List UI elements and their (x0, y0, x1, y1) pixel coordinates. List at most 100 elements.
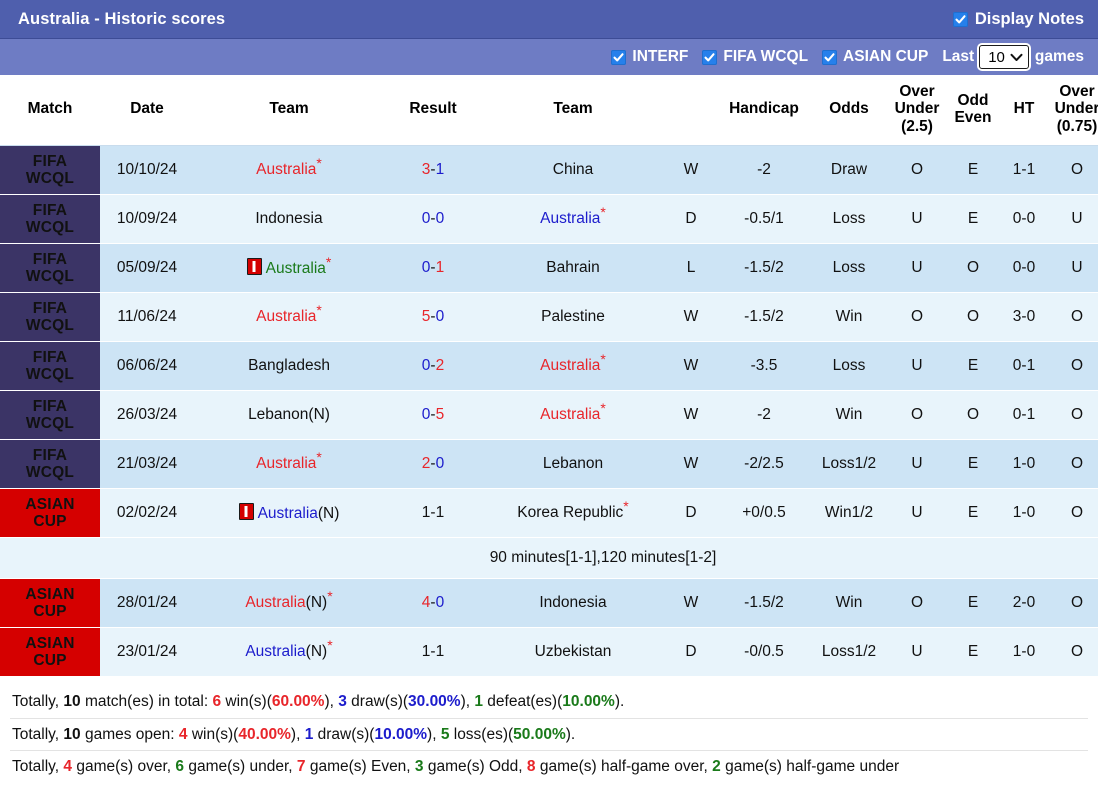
oe-line2: Even (954, 109, 992, 127)
home-team[interactable]: Lebanon(N) (194, 390, 384, 441)
home-team[interactable]: Australia(N) (194, 488, 384, 539)
filter-fifa-wcql[interactable]: FIFA WCQL (702, 48, 808, 66)
league-badge[interactable]: FIFA WCQL (0, 390, 100, 441)
s2-mid1: games open: (80, 725, 179, 743)
table-row[interactable]: FIFA WCQL 10/09/24 Indonesia 0-0 Australia* D -… (0, 194, 1098, 245)
league-badge[interactable]: FIFA WCQL (0, 243, 100, 294)
league-badge[interactable]: FIFA WCQL (0, 292, 100, 343)
s3-mid1: game(s) over, (72, 758, 176, 776)
col-header-result[interactable]: Result (384, 75, 482, 147)
away-team[interactable]: Australia* (482, 341, 664, 392)
league-badge[interactable]: FIFA WCQL (0, 439, 100, 490)
match-date: 28/01/24 (100, 578, 194, 629)
league-badge[interactable]: ASIAN CUP (0, 578, 100, 629)
home-team[interactable]: Australia* (194, 145, 384, 196)
col-header-team-away[interactable]: Team (482, 75, 664, 147)
home-team[interactable]: Australia* (194, 439, 384, 490)
match-result[interactable]: 0-1 (384, 243, 482, 294)
display-notes-checkbox[interactable] (952, 11, 968, 27)
away-team[interactable]: China (482, 145, 664, 196)
match-date: 26/03/24 (100, 390, 194, 441)
away-team[interactable]: Australia* (482, 390, 664, 441)
fifa-wcql-checkbox[interactable] (702, 49, 718, 65)
league-badge[interactable]: ASIAN CUP (0, 488, 100, 539)
table-row[interactable]: FIFA WCQL 10/10/24 Australia* 3-1 China W -2 Dra… (0, 145, 1098, 196)
filter-interf[interactable]: INTERF (611, 48, 688, 66)
match-result[interactable]: 2-0 (384, 439, 482, 490)
home-team[interactable]: Australia* (194, 243, 384, 294)
s2-suffix: ). (565, 725, 576, 743)
col-header-over-under-075[interactable]: Over Under (0.75) (1048, 75, 1098, 147)
match-result[interactable]: 1-1 (384, 627, 482, 678)
away-team[interactable]: Palestine (482, 292, 664, 343)
table-header-row: Match Date Team Result Team Handicap Odd… (0, 75, 1098, 147)
league-badge[interactable]: FIFA WCQL (0, 341, 100, 392)
halftime-score: 1-0 (1000, 439, 1048, 490)
home-team[interactable]: Australia(N)* (194, 627, 384, 678)
match-result[interactable]: 0-2 (384, 341, 482, 392)
away-team[interactable]: Bahrain (482, 243, 664, 294)
table-row[interactable]: ASIAN CUP 02/02/24 Australia(N) 1-1 Korea Rep… (0, 488, 1098, 539)
ou25-line3: (2.5) (901, 117, 933, 135)
away-team[interactable]: Lebanon (482, 439, 664, 490)
col-header-handicap[interactable]: Handicap (718, 75, 810, 147)
match-result[interactable]: 5-0 (384, 292, 482, 343)
match-result[interactable]: 4-0 (384, 578, 482, 629)
table-row[interactable]: FIFA WCQL 21/03/24 Australia* 2-0 Lebanon W -2/… (0, 439, 1098, 490)
match-result[interactable]: 1-1 (384, 488, 482, 539)
odd-even-result: E (946, 439, 1000, 490)
away-team-name: Lebanon (542, 455, 604, 473)
table-row[interactable]: ASIAN CUP 28/01/24 Australia(N)* 4-0 Indonesi… (0, 578, 1098, 629)
odd-even-result: O (946, 390, 1000, 441)
home-team-venue: (N) (317, 505, 340, 523)
display-notes-toggle[interactable]: Display Notes (952, 10, 1084, 29)
match-result[interactable]: 0-0 (384, 194, 482, 245)
table-row[interactable]: FIFA WCQL 05/09/24 Australia* 0-1 Bahrain L -1.… (0, 243, 1098, 294)
col-header-date[interactable]: Date (100, 75, 194, 147)
league-badge[interactable]: FIFA WCQL (0, 194, 100, 245)
s3-half-over: 8 (526, 758, 536, 776)
chevron-down-icon (1010, 49, 1023, 66)
away-team[interactable]: Indonesia (482, 578, 664, 629)
away-score: 2 (435, 357, 445, 375)
s1-defeats: 1 (474, 693, 483, 711)
away-team-asterisk: * (623, 497, 629, 514)
odds-result: Loss (810, 194, 888, 245)
table-row[interactable]: FIFA WCQL 26/03/24 Lebanon(N) 0-5 Australia* W… (0, 390, 1098, 441)
away-score: 5 (435, 406, 445, 424)
away-score: 1 (435, 161, 445, 179)
halftime-score: 1-0 (1000, 627, 1048, 678)
odd-even-result: E (946, 488, 1000, 539)
filter-asian-cup[interactable]: ASIAN CUP (822, 48, 928, 66)
col-header-odds[interactable]: Odds (810, 75, 888, 147)
away-team[interactable]: Uzbekistan (482, 627, 664, 678)
away-team[interactable]: Korea Republic* (482, 488, 664, 539)
match-result[interactable]: 3-1 (384, 145, 482, 196)
col-header-match[interactable]: Match (0, 75, 100, 147)
last-label: Last (942, 48, 975, 65)
home-team[interactable]: Bangladesh (194, 341, 384, 392)
col-header-team-home[interactable]: Team (194, 75, 384, 147)
away-team-asterisk: * (600, 399, 606, 416)
home-team-name: Bangladesh (248, 357, 330, 375)
home-team[interactable]: Australia* (194, 292, 384, 343)
interf-checkbox[interactable] (611, 49, 627, 65)
league-badge[interactable]: ASIAN CUP (0, 627, 100, 678)
col-header-ht[interactable]: HT (1000, 75, 1048, 147)
handicap-value: -2 (718, 390, 810, 441)
home-team[interactable]: Indonesia (194, 194, 384, 245)
league-badge[interactable]: FIFA WCQL (0, 145, 100, 196)
table-row[interactable]: FIFA WCQL 11/06/24 Australia* 5-0 Palestine W -… (0, 292, 1098, 343)
asian-cup-checkbox[interactable] (822, 49, 838, 65)
summary-line-total: Totally, 10 match(es) in total: 6 win(s)… (10, 686, 1088, 719)
table-row[interactable]: FIFA WCQL 06/06/24 Bangladesh 0-2 Australia* W… (0, 341, 1098, 392)
away-team-name: Korea Republic (517, 504, 624, 522)
s3-under: 6 (175, 758, 185, 776)
match-result[interactable]: 0-5 (384, 390, 482, 441)
away-team[interactable]: Australia* (482, 194, 664, 245)
home-team[interactable]: Australia(N)* (194, 578, 384, 629)
table-row[interactable]: ASIAN CUP 23/01/24 Australia(N)* 1-1 Uzbekist… (0, 627, 1098, 678)
col-header-over-under-25[interactable]: Over Under (2.5) (888, 75, 946, 147)
games-count-select[interactable]: 10 (979, 45, 1029, 69)
col-header-odd-even[interactable]: Odd Even (946, 75, 1000, 147)
